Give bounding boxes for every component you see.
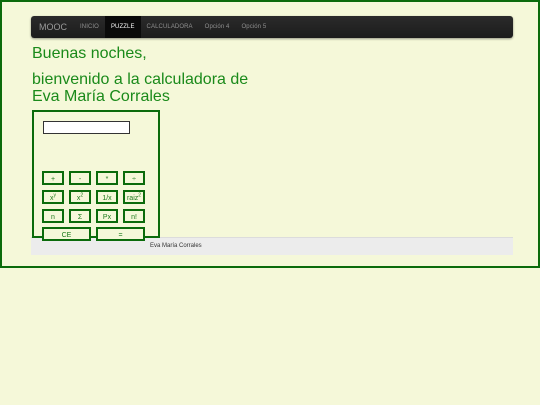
greeting-line-3: Eva María Corrales <box>32 88 170 105</box>
minus-button[interactable]: - <box>69 171 91 185</box>
calculator: + - * ÷ xy x2 1/x raiz2 n Σ Px n! CE = <box>32 110 160 241</box>
page-frame: MOOC INICIO PUZZLE CALCULADORA Opción 4 … <box>0 0 540 268</box>
navbar: MOOC INICIO PUZZLE CALCULADORA Opción 4 … <box>31 16 513 38</box>
reciprocal-button[interactable]: 1/x <box>96 190 118 204</box>
nav-item-inicio[interactable]: INICIO <box>74 16 105 38</box>
clear-button[interactable]: CE <box>42 227 91 241</box>
equals-button[interactable]: = <box>96 227 145 241</box>
calculator-display[interactable] <box>43 121 130 134</box>
footer-text: Eva María Corrales <box>150 243 202 249</box>
sqrt-button[interactable]: raiz2 <box>123 190 145 204</box>
square-exponent: 2 <box>80 192 84 199</box>
px-button[interactable]: Px <box>96 209 118 223</box>
sum-button[interactable]: Σ <box>69 209 91 223</box>
greeting-line-1: Buenas noches, <box>32 45 147 62</box>
nav-item-opcion-4[interactable]: Opción 4 <box>199 16 236 38</box>
nav-item-opcion-5[interactable]: Opción 5 <box>236 16 273 38</box>
nav-item-calculadora[interactable]: CALCULADORA <box>141 16 199 38</box>
divide-button[interactable]: ÷ <box>123 171 145 185</box>
brand-link[interactable]: MOOC <box>31 16 74 38</box>
sqrt-base: raiz <box>126 195 139 202</box>
square-button[interactable]: x2 <box>69 190 91 204</box>
n-button[interactable]: n <box>42 209 64 223</box>
nav-item-puzzle[interactable]: PUZZLE <box>104 16 141 38</box>
factorial-button[interactable]: n! <box>123 209 145 223</box>
greeting-line-2: bienvenido a la calculadora de <box>32 71 249 88</box>
sqrt-exponent: 2 <box>138 192 142 199</box>
power-button[interactable]: xy <box>42 190 64 204</box>
power-exponent: y <box>53 192 57 199</box>
multiply-button[interactable]: * <box>96 171 118 185</box>
plus-button[interactable]: + <box>42 171 64 185</box>
